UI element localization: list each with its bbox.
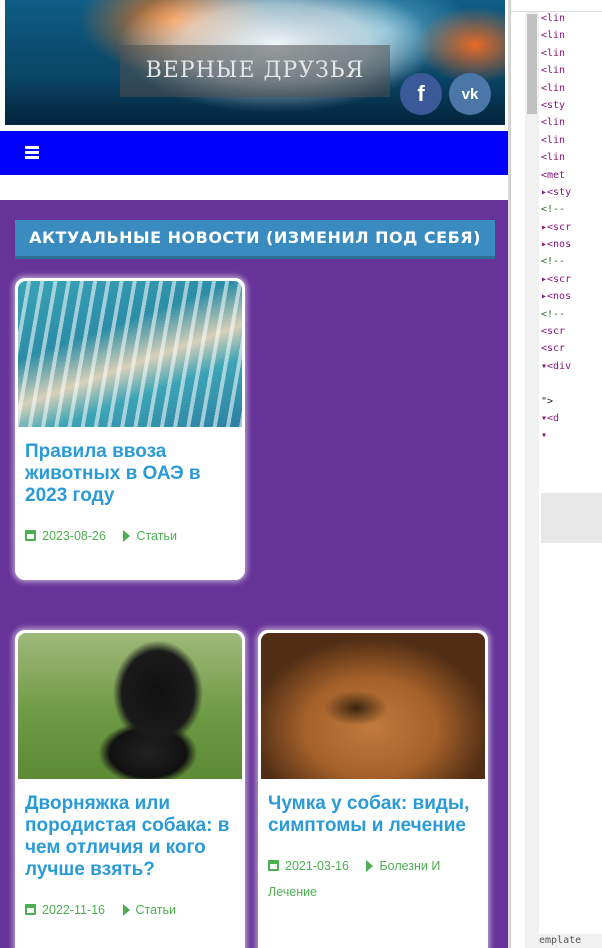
site-title[interactable]: ВЕРНЫЕ ДРУЗЬЯ	[120, 45, 390, 97]
dom-tree-line[interactable]: ▾	[541, 427, 602, 444]
dom-tree-line[interactable]: <lin	[541, 132, 602, 149]
post-image[interactable]	[261, 633, 485, 779]
calendar-icon	[268, 860, 279, 871]
devtools-highlight	[541, 493, 602, 543]
post-category-link[interactable]: Статьи	[136, 903, 177, 917]
dom-tree-line[interactable]: ▸<scr	[541, 219, 602, 236]
dom-tree-line[interactable]: ▾<div	[541, 358, 602, 375]
dom-tree-line[interactable]: ▸<scr	[541, 271, 602, 288]
tag-icon	[366, 860, 374, 872]
hamburger-menu-icon[interactable]	[25, 146, 39, 159]
tag-icon	[122, 904, 130, 916]
post-image[interactable]	[18, 281, 242, 427]
dom-tree-line[interactable]: <lin	[541, 62, 602, 79]
tag-icon	[123, 530, 131, 542]
dom-tree-line[interactable]: ▸<sty	[541, 184, 602, 201]
dom-tree-line[interactable]: <lin	[541, 45, 602, 62]
dom-tree-line[interactable]	[541, 375, 602, 392]
dom-tree-line[interactable]: <!--	[541, 201, 602, 218]
dom-tree-line[interactable]: <scr	[541, 323, 602, 340]
news-card: Чумка у собак: виды, симптомы и лечение …	[258, 630, 488, 948]
page: ВЕРНЫЕ ДРУЗЬЯ f vk АКТУАЛЬНЫЕ НОВОСТИ (И…	[0, 0, 602, 948]
dom-tree-line[interactable]: <lin	[541, 80, 602, 97]
post-title-link[interactable]: Чумка у собак: виды, симптомы и лечение	[261, 779, 485, 837]
dom-tree-line[interactable]: <lin	[541, 10, 602, 27]
post-category-link[interactable]: Статьи	[136, 529, 177, 543]
dom-tree-line[interactable]: ">	[541, 393, 602, 410]
site-header-banner: ВЕРНЫЕ ДРУЗЬЯ f vk	[5, 0, 505, 125]
dom-tree-line[interactable]: ▸<nos	[541, 236, 602, 253]
calendar-icon	[25, 904, 36, 915]
dom-tree-line[interactable]: <!--	[541, 306, 602, 323]
facebook-icon[interactable]: f	[400, 73, 442, 115]
calendar-icon	[25, 530, 36, 541]
dom-tree-line[interactable]: <sty	[541, 97, 602, 114]
dom-tree-line[interactable]: <lin	[541, 114, 602, 131]
post-title-link[interactable]: Дворняжка или породистая собака: в чем о…	[18, 779, 242, 881]
vk-icon[interactable]: vk	[449, 73, 491, 115]
main-menu-bar	[0, 131, 508, 175]
website-viewport: ВЕРНЫЕ ДРУЗЬЯ f vk АКТУАЛЬНЫЕ НОВОСТИ (И…	[0, 0, 510, 948]
devtools-scrollbar[interactable]	[525, 12, 539, 948]
dom-tree-line[interactable]: <scr	[541, 340, 602, 357]
post-meta: 2021-03-16 Болезни И Лечение	[261, 837, 485, 905]
dom-tree-line[interactable]: <lin	[541, 149, 602, 166]
dom-tree-line[interactable]: <met	[541, 167, 602, 184]
devtools-dom-tree[interactable]: <lin <lin <lin <lin <lin <sty <lin <lin <lin <met…	[541, 10, 602, 445]
post-meta: 2022-11-16 Статьи	[18, 881, 242, 923]
post-date: 2023-08-26	[42, 529, 106, 543]
post-image[interactable]	[18, 633, 242, 779]
devtools-panel: <lin <lin <lin <lin <lin <sty <lin <lin <lin <met…	[510, 0, 602, 948]
post-date: 2022-11-16	[42, 903, 106, 917]
news-section: АКТУАЛЬНЫЕ НОВОСТИ (ИЗМЕНИЛ ПОД СЕБЯ) Пр…	[0, 200, 508, 948]
news-card: Правила ввоза животных в ОАЭ в 2023 году…	[15, 278, 245, 580]
post-meta: 2023-08-26 Статьи	[18, 507, 242, 549]
section-heading: АКТУАЛЬНЫЕ НОВОСТИ (ИЗМЕНИЛ ПОД СЕБЯ)	[15, 220, 495, 256]
dom-tree-line[interactable]: <lin	[541, 27, 602, 44]
post-date: 2021-03-16	[285, 859, 349, 873]
news-card: Дворняжка или породистая собака: в чем о…	[15, 630, 245, 948]
dom-tree-line[interactable]: ▾<d	[541, 410, 602, 427]
dom-tree-line[interactable]: ▸<nos	[541, 288, 602, 305]
post-title-link[interactable]: Правила ввоза животных в ОАЭ в 2023 году	[18, 427, 242, 507]
devtools-breadcrumb: emplate	[539, 934, 602, 948]
dom-tree-line[interactable]: <!--	[541, 253, 602, 270]
